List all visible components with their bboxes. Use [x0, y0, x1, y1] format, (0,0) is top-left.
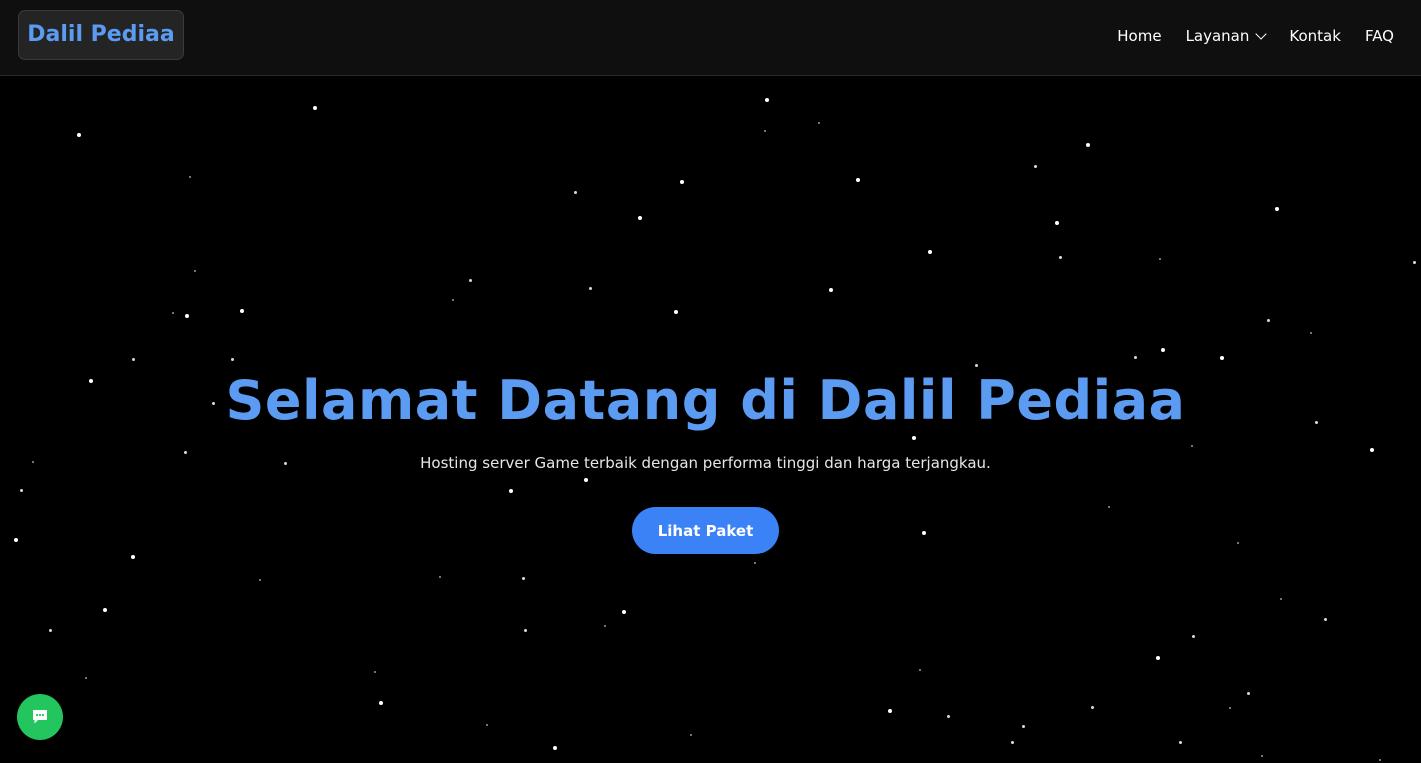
lihat-paket-button[interactable]: Lihat Paket	[632, 507, 779, 554]
chat-button[interactable]	[17, 694, 63, 740]
nav-faq-link[interactable]: FAQ	[1365, 27, 1394, 45]
nav-layanan-dropdown[interactable]: Layanan	[1185, 27, 1268, 45]
navbar: Dalil Pediaa Home Layanan Kontak FAQ	[0, 0, 1421, 76]
page: Dalil Pediaa Home Layanan Kontak FAQ Sel…	[0, 0, 1421, 763]
brand-logo-button[interactable]: Dalil Pediaa	[18, 10, 184, 60]
hero-section: Selamat Datang di Dalil Pediaa Hosting s…	[0, 76, 1421, 763]
nav-home-link[interactable]: Home	[1117, 27, 1161, 45]
chevron-down-icon	[1255, 27, 1268, 40]
hero-subtitle: Hosting server Game terbaik dengan perfo…	[420, 454, 991, 472]
hero-title: Selamat Datang di Dalil Pediaa	[225, 369, 1186, 432]
nav-kontak-link[interactable]: Kontak	[1289, 27, 1341, 45]
main-nav: Home Layanan Kontak FAQ	[1093, 0, 1394, 72]
chat-bubble-icon	[33, 710, 47, 724]
nav-layanan-label: Layanan	[1185, 27, 1250, 45]
